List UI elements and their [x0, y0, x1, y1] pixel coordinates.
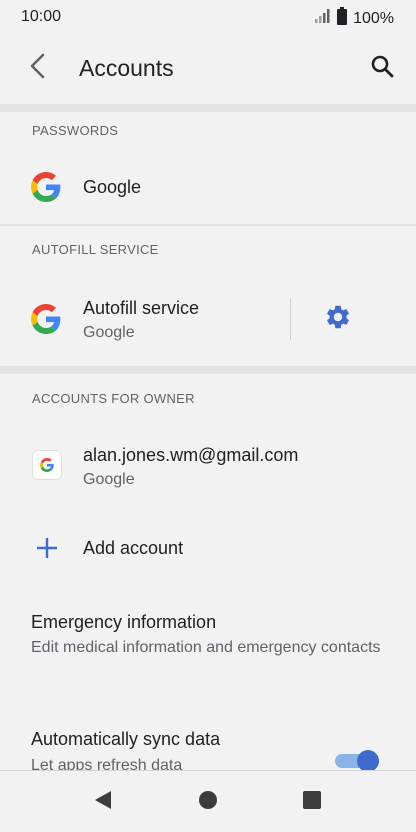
plus-icon — [35, 536, 59, 560]
search-icon — [370, 54, 394, 83]
google-logo-icon — [32, 450, 62, 480]
auto-sync-toggle[interactable] — [335, 750, 381, 772]
account-email: alan.jones.wm@gmail.com — [83, 445, 299, 465]
auto-sync-subtitle: Let apps refresh data — [31, 757, 183, 770]
account-type: Google — [83, 471, 135, 488]
auto-sync-title: Automatically sync data — [31, 729, 221, 749]
gear-icon — [324, 303, 352, 336]
emergency-information-title: Emergency information — [31, 612, 217, 632]
add-account-label: Add account — [83, 538, 184, 558]
google-logo-icon — [31, 172, 61, 202]
nav-back-button[interactable] — [88, 787, 118, 817]
autofill-service-title: Autofill service — [83, 298, 200, 318]
status-time: 10:00 — [21, 8, 62, 25]
add-account-row[interactable]: Add account — [0, 514, 416, 582]
divider — [0, 224, 416, 226]
page-title: Accounts — [79, 55, 174, 81]
autofill-service-subtitle: Google — [83, 324, 135, 341]
app-bar: Accounts — [0, 32, 416, 104]
status-bar: 10:00 100% — [0, 0, 416, 32]
section-header-autofill: AUTOFILL SERVICE — [32, 242, 159, 257]
navigation-bar — [0, 770, 416, 832]
section-header-passwords: PASSWORDS — [32, 123, 119, 138]
nav-recents-button[interactable] — [297, 787, 327, 817]
signal-icon — [315, 9, 331, 28]
emergency-information-subtitle: Edit medical information and emergency c… — [31, 639, 381, 656]
divider — [0, 366, 416, 374]
battery-icon — [337, 7, 348, 30]
chevron-left-icon — [29, 53, 47, 84]
autofill-settings-button[interactable] — [320, 301, 356, 337]
battery-percentage: 100% — [353, 9, 394, 27]
circle-home-icon — [198, 790, 218, 815]
passwords-google-label: Google — [83, 177, 142, 197]
triangle-back-icon — [93, 790, 113, 815]
account-row[interactable]: alan.jones.wm@gmail.com Google — [0, 426, 416, 508]
status-indicators: 100% — [315, 7, 394, 30]
passwords-google-row[interactable]: Google — [0, 150, 416, 224]
nav-home-button[interactable] — [193, 787, 223, 817]
divider — [0, 104, 416, 112]
section-header-accounts: ACCOUNTS FOR OWNER — [32, 391, 195, 406]
back-button[interactable] — [20, 50, 56, 86]
emergency-information-row[interactable]: Emergency information Edit medical infor… — [0, 596, 416, 696]
google-logo-icon — [31, 304, 61, 334]
search-button[interactable] — [364, 50, 400, 86]
toggle-thumb — [357, 750, 379, 772]
square-recents-icon — [302, 790, 322, 815]
autofill-service-row[interactable]: Autofill service Google — [0, 272, 416, 366]
vertical-separator — [290, 298, 291, 340]
